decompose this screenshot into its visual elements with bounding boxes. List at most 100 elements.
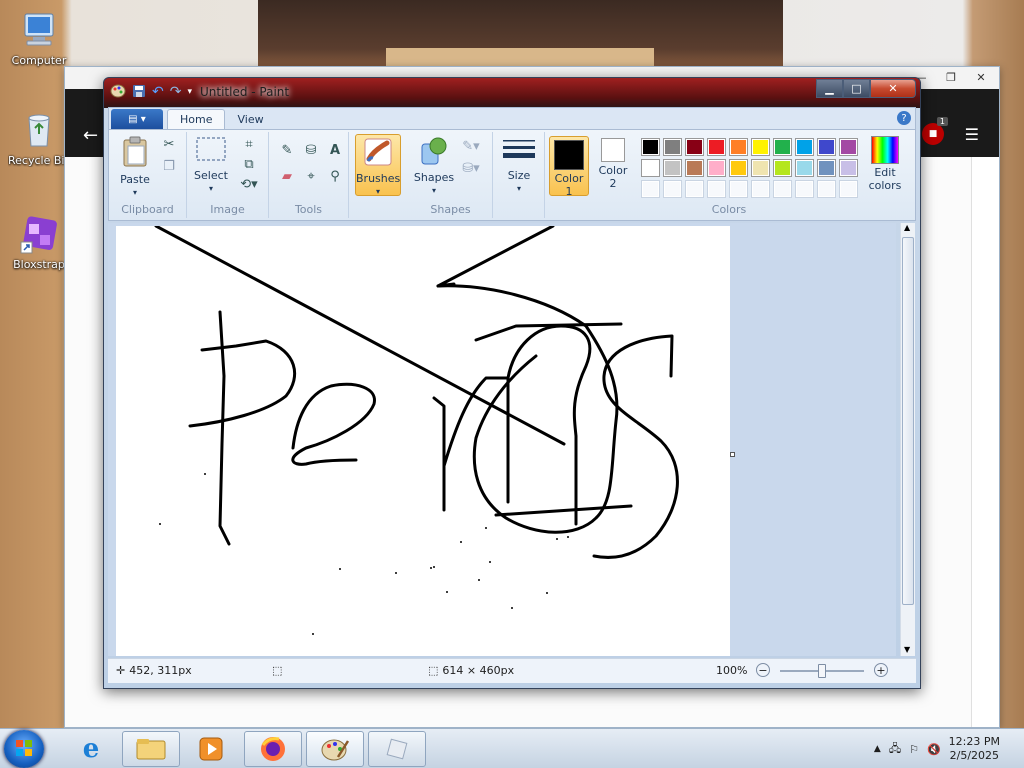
palette-swatch[interactable] [795, 138, 814, 156]
palette-swatch[interactable] [729, 159, 748, 177]
cursor-position-value: 452, 311px [129, 664, 192, 677]
palette-swatch[interactable] [641, 138, 660, 156]
fill-bucket-icon[interactable]: ⛁ [301, 140, 321, 160]
eraser-icon[interactable]: ▰ [277, 166, 297, 186]
palette-swatch[interactable] [685, 159, 704, 177]
custom-color-slot[interactable] [795, 180, 814, 198]
select-button[interactable]: Select ▾ [191, 136, 231, 195]
rotate-icon[interactable]: ⟲▾ [239, 174, 259, 194]
zoom-out-button[interactable]: − [756, 663, 770, 677]
media-player-button[interactable] [182, 731, 240, 767]
clock[interactable]: 12:23 PM 2/5/2025 [949, 735, 1000, 763]
zoom-slider-knob[interactable] [818, 664, 826, 678]
custom-color-slot[interactable] [729, 180, 748, 198]
desktop-icon-recycle-bin[interactable]: Recycle Bin [8, 110, 70, 167]
custom-color-slot[interactable] [663, 180, 682, 198]
maximize-button[interactable]: □ [843, 79, 870, 98]
size-button[interactable]: Size ▾ [497, 138, 541, 195]
network-icon[interactable]: 🖧 [889, 740, 901, 759]
scrollbar-thumb[interactable] [902, 237, 914, 605]
custom-color-slot[interactable] [685, 180, 704, 198]
paint-app-icon[interactable] [110, 83, 126, 102]
color-picker-icon[interactable]: ⌖ [301, 166, 321, 186]
browser-restore-button[interactable]: ❐ [937, 69, 965, 85]
firefox-button[interactable] [244, 731, 302, 767]
tab-view[interactable]: View [225, 110, 275, 129]
outline-icon[interactable]: ✎▾ [461, 136, 481, 156]
paste-button[interactable]: Paste ▾ [115, 136, 155, 199]
action-center-flag-icon[interactable]: ⚐ [909, 743, 919, 756]
resize-icon[interactable]: ⧉ [239, 154, 259, 174]
vertical-scrollbar[interactable]: ▲ ▼ [900, 223, 915, 656]
customize-quick-access-icon[interactable]: ▾ [187, 87, 192, 97]
paint-menu-button[interactable]: ▤ ▾ [111, 109, 163, 129]
palette-swatch[interactable] [685, 138, 704, 156]
palette-swatch[interactable] [663, 159, 682, 177]
start-button[interactable] [4, 730, 44, 768]
edit-colors-button[interactable]: Edit colors [863, 136, 907, 192]
palette-swatch[interactable] [839, 159, 858, 177]
custom-color-slot[interactable] [751, 180, 770, 198]
shapes-button[interactable]: Shapes ▾ [411, 136, 457, 197]
canvas-resize-handle[interactable] [730, 452, 735, 457]
custom-color-slot[interactable] [641, 180, 660, 198]
palette-swatch[interactable] [663, 138, 682, 156]
palette-swatch[interactable] [773, 138, 792, 156]
save-icon[interactable] [132, 84, 146, 101]
desktop-icon-label: Bloxstrap [13, 258, 65, 271]
minimize-button[interactable]: ▁ [816, 79, 843, 98]
redo-icon[interactable]: ↷ [170, 84, 182, 100]
palette-swatch[interactable] [707, 138, 726, 156]
crop-icon[interactable]: ⌗ [239, 134, 259, 154]
custom-color-slot[interactable] [773, 180, 792, 198]
cut-icon[interactable]: ✂ [159, 134, 179, 154]
palette-swatch[interactable] [729, 138, 748, 156]
palette-swatch[interactable] [707, 159, 726, 177]
color1-button[interactable]: Color 1 [549, 136, 589, 198]
desktop-icon-computer[interactable]: Computer [8, 10, 70, 67]
drawing-canvas[interactable] [116, 224, 735, 656]
volume-muted-icon[interactable]: 🔇 [927, 743, 941, 756]
palette-swatch[interactable] [839, 138, 858, 156]
scroll-down-arrow-icon[interactable]: ▼ [904, 645, 910, 654]
file-explorer-button[interactable] [122, 731, 180, 767]
close-button[interactable]: ✕ [870, 79, 916, 98]
browser-close-button[interactable]: ✕ [967, 69, 995, 85]
brushes-button[interactable]: Brushes ▾ [355, 134, 401, 196]
palette-swatch[interactable] [751, 159, 770, 177]
palette-swatch[interactable] [773, 159, 792, 177]
palette-swatch[interactable] [751, 138, 770, 156]
color1-label: Color 1 [554, 172, 584, 198]
palette-swatch[interactable] [817, 138, 836, 156]
color2-button[interactable]: Color 2 [593, 138, 633, 190]
show-hidden-icons-icon[interactable]: ▲ [874, 744, 881, 754]
ribbon: ▤ ▾ Home View ? Paste ▾ ✂ ❐ Clipboard Se… [108, 107, 916, 221]
hamburger-menu-icon[interactable]: ☰ [965, 125, 979, 144]
desktop-icon-bloxstrap[interactable]: Bloxstrap [8, 214, 70, 271]
scroll-up-arrow-icon[interactable]: ▲ [904, 223, 910, 232]
internet-explorer-button[interactable]: e [62, 731, 120, 767]
palette-swatch[interactable] [817, 159, 836, 177]
custom-color-slot[interactable] [817, 180, 836, 198]
extension-shield-icon[interactable]: ■ 1 [922, 117, 948, 145]
palette-swatch[interactable] [641, 159, 660, 177]
text-tool-icon[interactable]: A [325, 140, 345, 160]
roblox-button[interactable] [368, 731, 426, 767]
color2-label: Color 2 [598, 164, 628, 190]
palette-swatch[interactable] [795, 159, 814, 177]
fill-icon[interactable]: ⛁▾ [461, 158, 481, 178]
tab-home[interactable]: Home [167, 109, 226, 129]
back-arrow-icon[interactable]: ← [83, 125, 98, 146]
zoom-in-button[interactable]: + [874, 663, 888, 677]
pencil-icon[interactable]: ✎ [277, 140, 297, 160]
undo-icon[interactable]: ↶ [152, 84, 164, 100]
custom-color-slot[interactable] [707, 180, 726, 198]
copy-icon[interactable]: ❐ [159, 156, 179, 176]
paint-taskbar-button[interactable] [306, 731, 364, 767]
ribbon-tabs: ▤ ▾ Home View [109, 108, 915, 130]
help-icon[interactable]: ? [897, 111, 911, 125]
shapes-group-label: Shapes [430, 203, 471, 216]
zoom-slider[interactable] [780, 664, 864, 678]
magnifier-icon[interactable]: ⚲ [325, 166, 345, 186]
custom-color-slot[interactable] [839, 180, 858, 198]
